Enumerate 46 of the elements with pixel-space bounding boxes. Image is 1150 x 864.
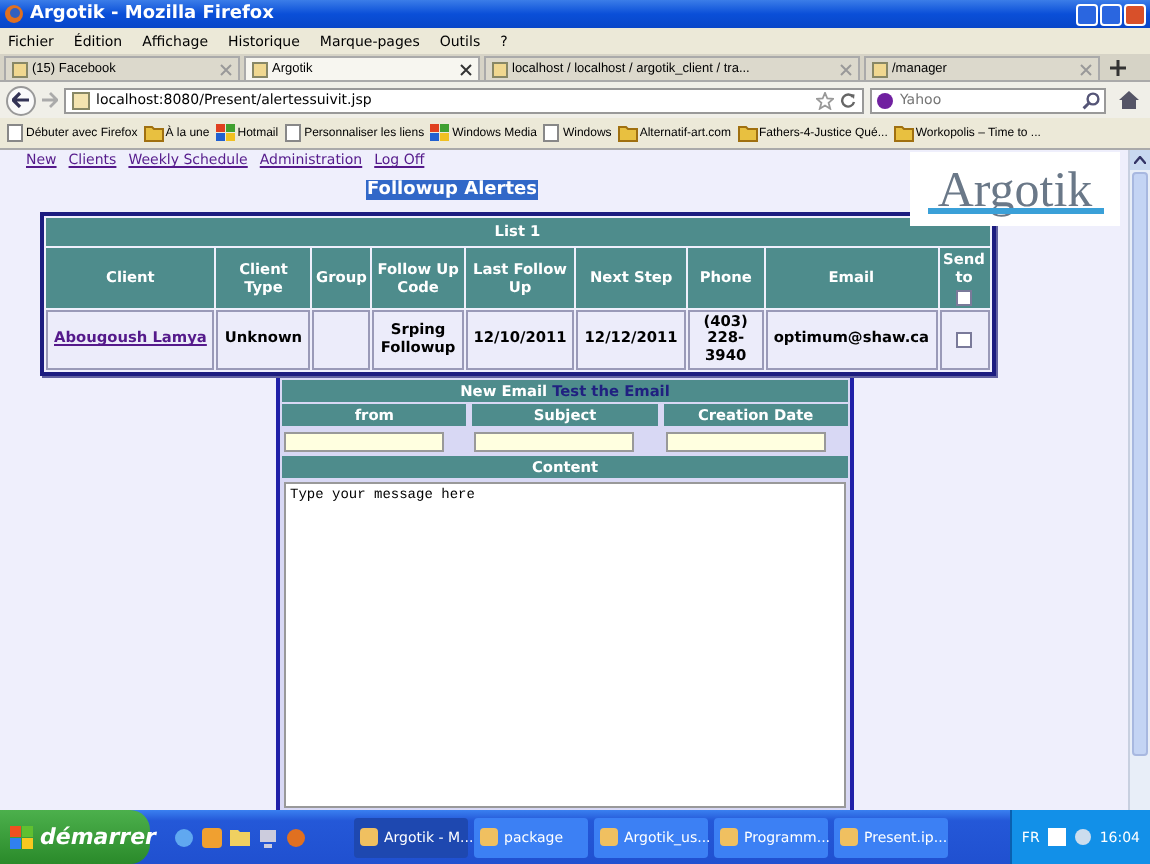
input-field[interactable] [284, 431, 444, 452]
new-tab-button[interactable] [1104, 56, 1132, 80]
app-icon [840, 828, 858, 846]
plus-icon [1110, 60, 1126, 76]
app-icon[interactable] [202, 827, 222, 847]
page-heading: Followup Alertes [365, 180, 539, 200]
scrollbar[interactable] [1128, 150, 1150, 810]
page-icon [492, 61, 508, 77]
page-icon [252, 61, 268, 77]
input-field[interactable] [665, 431, 826, 452]
site-icon [72, 91, 90, 109]
folder-icon [617, 124, 638, 142]
windows-flag-icon [430, 124, 451, 142]
page-icon [284, 124, 303, 142]
app-icon [360, 828, 378, 846]
page-icon [12, 61, 28, 77]
folder-icon [893, 124, 914, 142]
close-icon[interactable] [460, 63, 472, 75]
windows-flag-icon [10, 825, 34, 849]
window-title: Argotik - Mozilla Firefox [30, 4, 276, 24]
reload-icon[interactable] [840, 92, 856, 108]
page-icon [872, 61, 888, 77]
app-icon [720, 828, 738, 846]
folder-icon [143, 124, 164, 142]
scroll-up-icon[interactable] [1134, 156, 1146, 164]
back-button[interactable] [6, 85, 36, 115]
restore-button[interactable] [1100, 3, 1122, 25]
app-icon [600, 828, 618, 846]
star-icon[interactable] [816, 91, 834, 109]
folder-icon [737, 124, 757, 142]
back-arrow-icon [12, 92, 30, 108]
row-checkbox[interactable] [956, 332, 972, 349]
home-icon [1117, 90, 1139, 110]
page-icon [542, 124, 561, 142]
windows-flag-icon [215, 124, 236, 142]
folder-icon[interactable] [230, 827, 250, 845]
argotik-logo: Argotik [910, 152, 1120, 226]
search-engine-icon[interactable] [876, 91, 894, 109]
input-field[interactable] [474, 431, 635, 452]
computer-icon[interactable] [258, 827, 278, 847]
page-icon [6, 124, 24, 142]
search-icon[interactable] [1082, 91, 1100, 109]
close-button[interactable] [1124, 3, 1146, 25]
select-all-checkbox[interactable] [956, 289, 972, 305]
minimize-button[interactable] [1076, 3, 1098, 25]
app-icon [480, 828, 498, 846]
